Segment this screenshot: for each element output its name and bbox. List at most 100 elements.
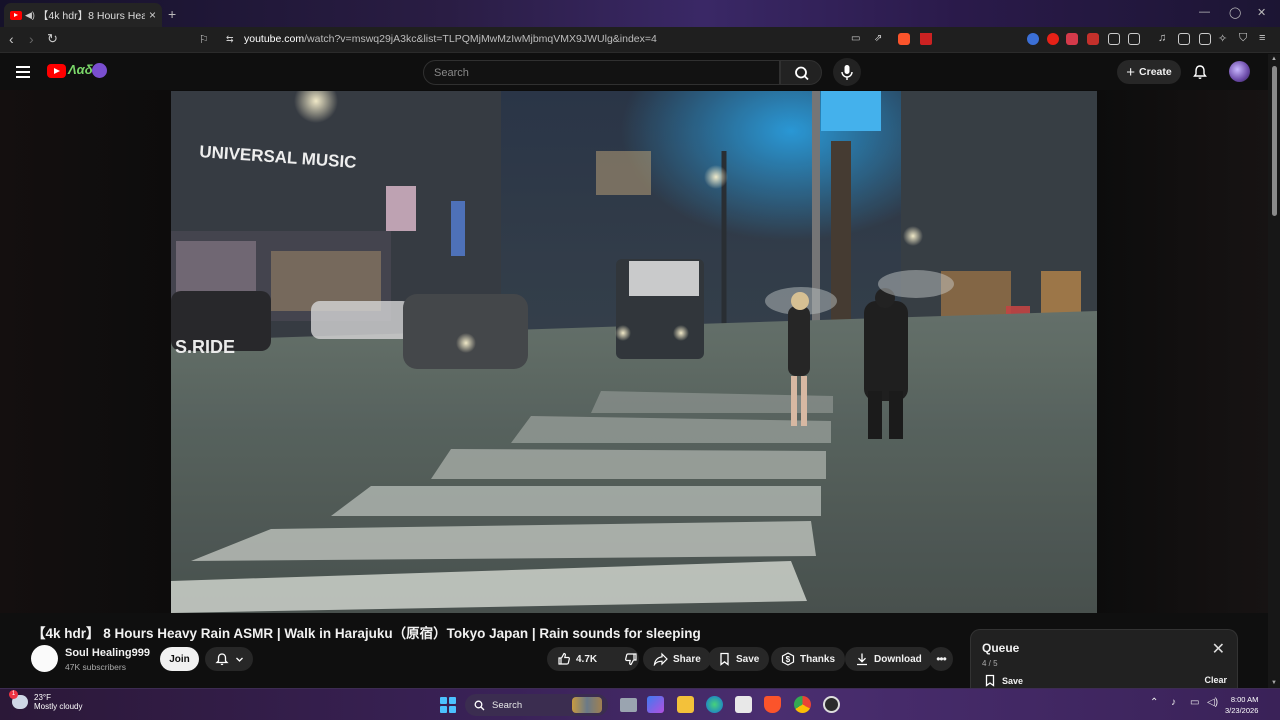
join-button[interactable]: Join	[160, 647, 199, 671]
system-clock[interactable]: 8:00 AM 3/23/2026	[1225, 694, 1258, 716]
tab-close-icon[interactable]: ×	[149, 8, 156, 22]
media-controls-icon[interactable]: ♫	[1158, 32, 1166, 44]
copilot-icon[interactable]	[647, 696, 664, 713]
video-title: 【4k hdr】 8 Hours Heavy Rain ASMR | Walk …	[32, 626, 701, 641]
browser-menu-icon[interactable]: ≡	[1259, 32, 1265, 44]
thanks-button[interactable]: $ Thanks	[771, 647, 846, 671]
thumbs-down-icon	[625, 653, 637, 666]
search-button[interactable]	[780, 60, 822, 85]
brave-browser-icon[interactable]	[764, 696, 781, 713]
search-box	[423, 60, 780, 85]
extensions-puzzle-icon[interactable]	[1108, 33, 1120, 45]
site-info-icon[interactable]: ⇆	[226, 34, 234, 45]
download-icon	[857, 653, 867, 666]
wallet-icon[interactable]	[1199, 33, 1211, 45]
windows-taskbar: 23°F Mostly cloudy Search ⌃ ♪ ▭ ◁) 8:00 …	[0, 688, 1280, 720]
voice-search-button[interactable]	[833, 58, 861, 86]
obs-icon[interactable]	[823, 696, 840, 713]
channel-name[interactable]: Soul Healing999	[65, 647, 150, 659]
queue-clear-button[interactable]: Clear	[1204, 675, 1227, 685]
channel-avatar[interactable]	[31, 645, 58, 672]
youtube-masthead: Λαδ + Create	[0, 54, 1268, 90]
forward-icon[interactable]: ›	[29, 31, 34, 47]
video-frame: UNIVERSAL MUSIC S.RIDE	[171, 91, 1097, 613]
browser-tab-active[interactable]: ◀) 【4k hdr】8 Hours Heavy Rain ×	[4, 3, 162, 27]
extension-red-icon[interactable]	[1066, 33, 1078, 45]
video-player[interactable]: UNIVERSAL MUSIC S.RIDE	[171, 91, 1097, 613]
microphone-tray-icon[interactable]: ♪	[1171, 697, 1176, 708]
save-button[interactable]: Save	[708, 647, 770, 671]
sidebar-toggle-icon[interactable]	[1178, 33, 1190, 45]
weather-widget[interactable]: 23°F Mostly cloudy	[9, 690, 83, 711]
taskbar-search[interactable]: Search	[465, 694, 608, 716]
more-dots-icon: •••	[936, 652, 947, 666]
share-page-icon[interactable]: ⇗	[874, 33, 882, 44]
queue-close-icon[interactable]: ✕	[1212, 639, 1225, 659]
windows-start-icon[interactable]	[440, 697, 456, 713]
queue-save-button[interactable]: Save	[984, 674, 1023, 687]
back-icon[interactable]: ‹	[9, 31, 14, 47]
guide-menu-icon[interactable]	[16, 66, 30, 81]
create-label: Create	[1139, 66, 1172, 78]
queue-position: 4 / 5	[982, 659, 998, 668]
volume-icon[interactable]: ◁)	[1207, 697, 1218, 708]
thanks-icon: $	[781, 652, 795, 666]
file-explorer-icon[interactable]	[677, 696, 694, 713]
extension-globe-icon[interactable]	[1027, 33, 1039, 45]
maximize-icon[interactable]: ◯	[1229, 6, 1241, 19]
bell-icon	[214, 653, 229, 666]
chrome-icon[interactable]	[794, 696, 811, 713]
queue-save-label: Save	[1002, 675, 1024, 686]
like-count: 4.7K	[576, 653, 598, 665]
edge-browser-icon[interactable]	[706, 696, 723, 713]
network-icon[interactable]: ▭	[1190, 697, 1199, 708]
notifications-bell-icon[interactable]	[1192, 64, 1208, 80]
url-path: /watch?v=mswq29jA3kc&list=TLPQMjMwMzIwMj…	[304, 33, 657, 45]
leo-ai-icon[interactable]: ✧	[1218, 32, 1227, 45]
screen-cast-icon[interactable]: ▭	[851, 33, 860, 44]
address-bar[interactable]: youtube.com/watch?v=mswq29jA3kc&list=TLP…	[244, 33, 657, 45]
browser-tab-strip: ◀) 【4k hdr】8 Hours Heavy Rain × + — ◯ ✕	[0, 0, 1280, 27]
svg-text:$: $	[786, 655, 791, 664]
share-label: Share	[673, 653, 701, 665]
audio-playing-icon[interactable]: ◀)	[25, 10, 35, 21]
download-button[interactable]: Download	[845, 647, 932, 671]
bookmark-save-icon	[720, 652, 729, 666]
brave-shields-icon[interactable]	[898, 33, 910, 45]
extension-youtube-icon[interactable]	[1047, 33, 1059, 45]
subscriber-count: 47K subscribers	[65, 662, 126, 672]
search-input[interactable]	[424, 61, 779, 85]
scroll-down-icon[interactable]: ▼	[1271, 680, 1277, 686]
logo-doodle[interactable]: Λαδ	[68, 62, 93, 77]
weather-condition: Mostly cloudy	[34, 702, 83, 711]
queue-panel: Queue 4 / 5 ✕ Save Clear	[970, 629, 1238, 691]
share-button[interactable]: Share	[643, 647, 711, 671]
tab-title: 【4k hdr】8 Hours Heavy Rain	[37, 9, 145, 22]
vpn-shield-icon[interactable]: ⛉	[1239, 32, 1247, 45]
extension-video-icon[interactable]	[1087, 33, 1099, 45]
taskbar-search-icon	[474, 700, 485, 710]
reload-icon[interactable]: ↻	[47, 31, 58, 47]
like-button[interactable]: 4.7K	[547, 647, 605, 671]
clock-date: 3/23/2026	[1225, 706, 1259, 715]
new-tab-button[interactable]: +	[168, 6, 176, 22]
account-avatar[interactable]	[1229, 61, 1250, 82]
create-button[interactable]: + Create	[1117, 60, 1181, 84]
subscription-notifications-button[interactable]	[205, 647, 253, 671]
minimize-icon[interactable]: —	[1199, 6, 1210, 18]
store-icon[interactable]	[735, 696, 752, 713]
page-scrollbar[interactable]: ▲ ▼	[1268, 54, 1280, 688]
more-actions-button[interactable]: •••	[929, 647, 953, 671]
cloud-icon	[9, 690, 28, 709]
task-view-icon[interactable]	[620, 698, 637, 712]
search-icon	[795, 66, 809, 81]
scrollbar-thumb[interactable]	[1272, 66, 1277, 216]
tray-overflow-icon[interactable]: ⌃	[1150, 697, 1158, 708]
share-icon	[653, 652, 668, 666]
scroll-up-icon[interactable]: ▲	[1271, 56, 1277, 62]
extension-capture-icon[interactable]	[1128, 33, 1140, 45]
brave-rewards-icon[interactable]	[920, 33, 932, 45]
youtube-logo-icon[interactable]	[47, 64, 66, 78]
window-close-icon[interactable]: ✕	[1257, 6, 1266, 19]
bookmark-icon[interactable]: ⚐	[199, 33, 209, 46]
